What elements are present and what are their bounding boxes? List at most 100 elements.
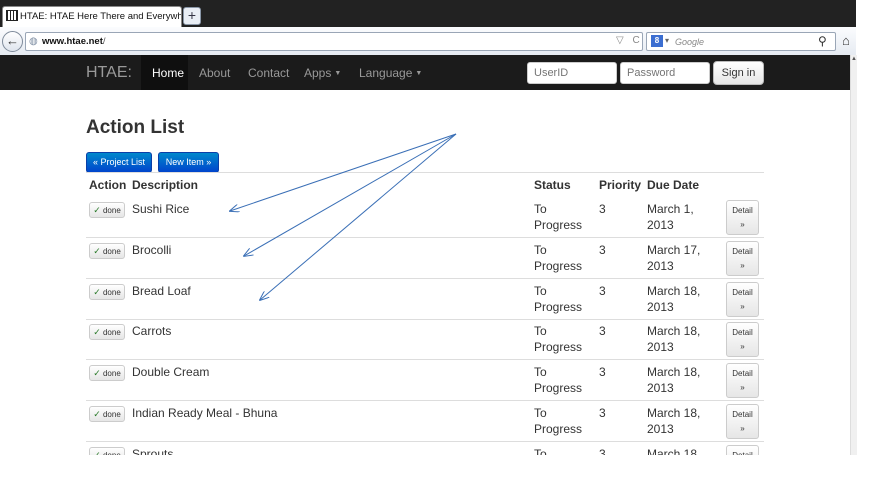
item-due-line1: March 18,: [647, 324, 701, 338]
done-label: done: [102, 206, 121, 215]
detail-button[interactable]: Detail»: [726, 445, 759, 455]
password-input[interactable]: [620, 62, 710, 84]
chevron-right-icon: »: [740, 424, 745, 433]
item-description: Brocolli: [132, 243, 172, 257]
item-due-line2: 2013: [647, 218, 674, 232]
item-status-line1: To: [534, 406, 547, 420]
item-priority: 3: [599, 243, 606, 257]
detail-label: Detail: [732, 206, 753, 215]
column-header-due-date: Due Date: [647, 178, 700, 192]
detail-button[interactable]: Detail»: [726, 241, 759, 276]
chevron-right-icon: »: [740, 220, 745, 229]
chevron-right-icon: »: [740, 261, 745, 270]
item-status: To Progress: [534, 283, 582, 315]
url-path: /: [102, 36, 106, 47]
detail-button[interactable]: Detail»: [726, 282, 759, 317]
browser-tab[interactable]: HTAE: HTAE Here There and Everywhere...: [2, 6, 182, 27]
column-header-action: Action: [89, 178, 127, 192]
item-status-line1: To: [534, 202, 547, 216]
new-item-button[interactable]: New Item »: [158, 152, 219, 173]
row-divider: [86, 441, 764, 442]
address-text[interactable]: www.htae.net/: [42, 36, 106, 47]
done-button[interactable]: ✓ done: [89, 447, 125, 455]
done-button[interactable]: ✓ done: [89, 243, 125, 259]
column-header-description: Description: [132, 178, 199, 192]
detail-button[interactable]: Detail»: [726, 322, 759, 357]
page-content: Action List « Project List New Item » Ac…: [0, 90, 850, 455]
item-status: To Progress: [534, 242, 582, 274]
nav-apps[interactable]: Apps ▼: [304, 66, 341, 80]
detail-label: Detail: [732, 288, 753, 297]
nav-contact[interactable]: Contact: [248, 66, 289, 80]
done-button[interactable]: ✓ done: [89, 284, 125, 300]
done-label: done: [102, 247, 121, 256]
checkmark-icon: ✓: [93, 246, 101, 256]
item-due-line1: March 18,: [647, 284, 701, 298]
item-due-line1: March 18,: [647, 365, 701, 379]
globe-icon: ◍: [29, 36, 38, 47]
item-due-date: March 18, 2013: [647, 323, 700, 355]
done-label: done: [102, 410, 121, 419]
row-divider: [86, 400, 764, 401]
item-description: Double Cream: [132, 365, 210, 379]
row-divider: [86, 237, 764, 238]
row-divider: [86, 278, 764, 279]
item-description: Sushi Rice: [132, 202, 190, 216]
back-button[interactable]: ←: [2, 31, 23, 52]
userid-input[interactable]: [527, 62, 617, 84]
item-status-line2: Progress: [534, 340, 583, 354]
checkmark-icon: ✓: [93, 327, 101, 337]
item-priority: 3: [599, 202, 606, 216]
item-due-line2: 2013: [647, 422, 674, 436]
site-brand[interactable]: HTAE:: [86, 64, 132, 82]
nav-language[interactable]: Language ▼: [359, 66, 422, 80]
item-status-line2: Progress: [534, 259, 583, 273]
done-button[interactable]: ✓ done: [89, 406, 125, 422]
window-bottom-margin: [0, 455, 872, 480]
item-status-line1: To: [534, 324, 547, 338]
home-icon[interactable]: ⌂: [842, 33, 850, 48]
item-due-line2: 2013: [647, 381, 674, 395]
item-due-line1: March 1,: [647, 202, 694, 216]
item-due-line2: 2013: [647, 259, 674, 273]
detail-label: Detail: [732, 369, 753, 378]
new-tab-button[interactable]: +: [183, 7, 201, 25]
done-label: done: [102, 288, 121, 297]
nav-about[interactable]: About: [199, 66, 230, 80]
scroll-up-icon[interactable]: ▲: [851, 56, 857, 62]
project-list-button[interactable]: « Project List: [86, 152, 152, 173]
detail-button[interactable]: Detail »: [726, 200, 759, 235]
sign-in-button[interactable]: Sign in: [713, 61, 764, 85]
vertical-scrollbar[interactable]: [850, 55, 857, 455]
search-engine-dropdown-icon[interactable]: ▾: [665, 36, 669, 45]
item-status: To Progress: [534, 364, 582, 396]
item-description: Bread Loaf: [132, 284, 191, 298]
detail-button[interactable]: Detail »: [726, 363, 759, 398]
done-button[interactable]: ✓ done: [89, 365, 125, 381]
search-icon[interactable]: ⚲: [818, 34, 827, 48]
item-priority: 3: [599, 365, 606, 379]
nav-home[interactable]: Home: [152, 66, 184, 80]
done-label: done: [102, 369, 121, 378]
item-description: Carrots: [132, 324, 172, 338]
checkmark-icon: ✓: [93, 287, 101, 297]
search-placeholder: Google: [675, 37, 705, 47]
detail-button[interactable]: Detail»: [726, 404, 759, 439]
reload-icon[interactable]: ▽ C: [616, 35, 643, 46]
item-status-line1: To: [534, 284, 547, 298]
chevron-right-icon: »: [740, 383, 745, 392]
item-due-line1: March 18,: [647, 447, 701, 455]
done-button[interactable]: ✓ done: [89, 324, 125, 340]
search-engine-icon[interactable]: 8: [651, 35, 663, 47]
window-edge: [856, 0, 872, 480]
site-favicon-icon: [6, 10, 18, 21]
chevron-down-icon: ▼: [334, 70, 342, 77]
checkmark-icon: ✓: [93, 409, 101, 419]
done-button[interactable]: ✓ done: [89, 202, 125, 218]
address-bar[interactable]: [25, 32, 643, 51]
item-due-line2: 2013: [647, 300, 674, 314]
item-due-date: March 18, 2013: [647, 405, 700, 437]
item-priority: 3: [599, 406, 606, 420]
item-status: To Progress: [534, 323, 582, 355]
item-status: To Progress: [534, 201, 582, 233]
